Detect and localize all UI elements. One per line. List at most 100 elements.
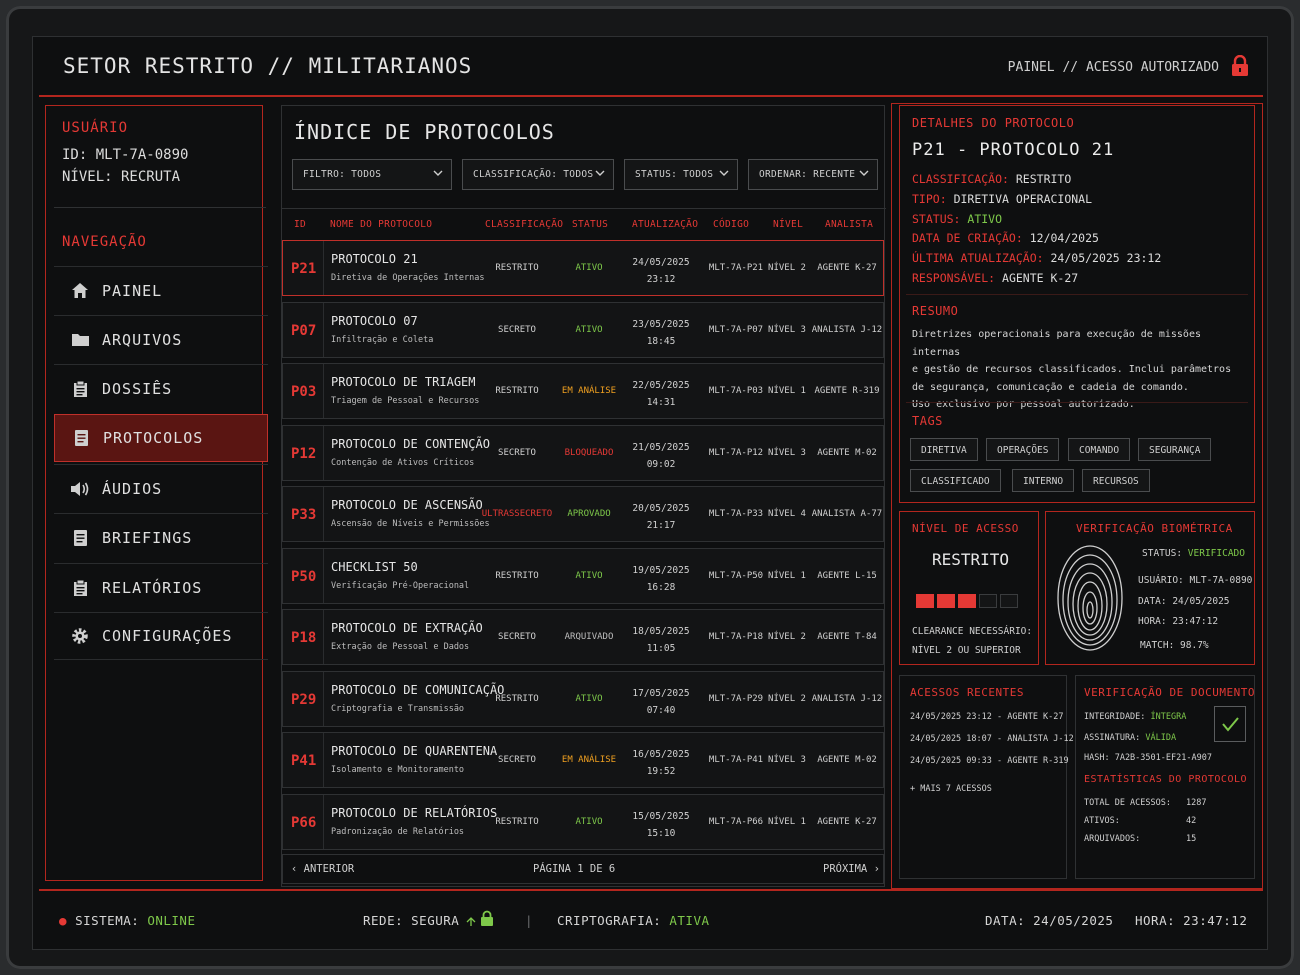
tag-chip[interactable]: SEGURANÇA [1138,438,1212,461]
table-row[interactable]: P29 PROTOCOLO DE COMUNICAÇÃO Criptografia … [282,670,884,727]
column-header[interactable]: ATUALIZAÇÃO [632,219,698,230]
tag-chip[interactable]: RECURSOS [1082,469,1150,492]
list-item[interactable]: 24/05/2025 09:33 - AGENTE R-319 [910,756,1069,766]
docverify-heading: VERIFICAÇÃO DE DOCUMENTO [1084,686,1255,699]
protocol-classification: RESTRITO [495,693,539,704]
sidebar-item-briefings[interactable]: BRIEFINGS [54,513,268,561]
stat-active-value: 42 [1186,816,1197,826]
protocol-code: MLT-7A-P03 [708,386,764,396]
table-row[interactable]: P18 PROTOCOLO DE EXTRAÇÃO Extração de Pess… [282,609,884,665]
protocol-level: NÍVEL 1 [768,570,806,581]
table-row[interactable]: P41 PROTOCOLO DE QUARENTENA Isolamento e M… [282,732,884,788]
column-header[interactable]: CÓDIGO [713,219,749,230]
status-dropdown[interactable]: STATUS: TODOS [624,159,738,190]
table-row[interactable]: P07 PROTOCOLO 07 Infiltração e Coleta SECRE… [282,301,884,358]
hash-value: HASH: 7A2B-3501-EF21-A907 [1084,753,1212,763]
sidebar-item-configuracoes[interactable]: CONFIGURAÇÕES [54,612,268,660]
lock-icon [1232,55,1248,76]
sidebar-item-dossies[interactable]: DOSSIÊS [54,364,268,412]
sidebar-item-relatorios[interactable]: RELATÓRIOS [54,563,268,611]
protocol-analyst: AGENTE K-27 [817,263,877,273]
column-header[interactable]: NOME DO PROTOCOLO [330,219,432,230]
protocol-id: P50 [291,568,317,585]
protocol-subtitle: Infiltração e Coleta [331,334,434,345]
classification-dropdown[interactable]: CLASSIFICAÇÃO: TODOS [462,159,614,190]
signature-status: ASSINATURA: VÁLIDA [1084,733,1177,743]
sidebar-item-painel[interactable]: PAINEL [54,266,268,314]
column-header[interactable]: ID [294,219,306,230]
column-header[interactable]: NÍVEL [773,219,803,230]
protocol-level: NÍVEL 3 [768,447,806,458]
footer-date: DATA: 24/05/2025 [985,913,1114,928]
column-header[interactable]: ANALISTA [825,219,873,230]
protocol-updated: 15/05/2025 15:10 [632,810,690,839]
sort-dropdown[interactable]: ORDENAR: RECENTE [748,159,878,190]
chevron-down-icon [859,170,869,176]
protocol-name: PROTOCOLO DE COMUNICAÇÃO [331,682,505,697]
column-header[interactable]: STATUS [572,219,608,230]
protocol-code: MLT-7A-P41 [708,755,764,765]
protocol-level: NÍVEL 2 [768,632,806,642]
filter-dropdown[interactable]: FILTRO: TODOS [292,159,452,190]
table-row[interactable]: P21 PROTOCOLO 21 Diretiva de Operações Int… [282,240,884,296]
protocol-status: EM ANÁLISE [561,755,617,765]
folder-icon [70,330,90,350]
table-row[interactable]: P12 PROTOCOLO DE CONTENÇÃO Contenção de At… [282,424,884,481]
recent-access-panel: ACESSOS RECENTES 24/05/2025 23:12 - AGEN… [899,675,1074,879]
sidebar-item-label: PROTOCOLOS [103,429,204,447]
sidebar-item-label: ÁUDIOS [102,479,163,498]
sidebar-item-label: RELATÓRIOS [102,578,203,597]
more-access-link[interactable]: + MAIS 7 ACESSOS [910,784,992,794]
sidebar-item-label: BRIEFINGS [102,528,193,547]
protocol-status: APROVADO [567,509,611,519]
sidebar-item-label: CONFIGURAÇÕES [102,627,233,645]
protocol-classification: SECRETO [498,755,536,765]
recent-access-heading: ACESSOS RECENTES [910,686,1024,699]
tag-chip[interactable]: INTERNO [1012,469,1075,492]
protocol-updated: 21/05/2025 09:02 [632,441,690,470]
column-header[interactable]: CLASSIFICAÇÃO [485,219,563,230]
page-title: ÍNDICE DE PROTOCOLOS [294,120,555,144]
protocol-level: NÍVEL 2 [768,693,806,704]
protocol-index-panel: ÍNDICE DE PROTOCOLOS FILTRO: TODOS CLASS… [281,105,886,887]
tag-chip[interactable]: COMANDO [1068,438,1131,461]
stats-heading: ESTATÍSTICAS DO PROTOCOLO [1084,774,1248,785]
protocol-analyst: AGENTE R-319 [814,386,880,396]
sidebar-item-arquivos[interactable]: ARQUIVOS [54,315,268,363]
biometric-panel: VERIFICAÇÃO BIOMÉTRICA STATUS: VERIFICAD… [1045,511,1255,665]
sidebar-item-protocolos[interactable]: PROTOCOLOS [54,414,268,462]
list-item[interactable]: 24/05/2025 18:07 - ANALISTA J-12 [910,734,1074,744]
protocol-status: ATIVO [575,816,603,827]
protocol-status: BLOQUEADO [564,447,614,458]
protocol-classification: RESTRITO [495,816,539,827]
protocol-updated: 16/05/2025 19:52 [632,749,690,777]
protocol-id: P33 [291,507,317,523]
sidebar-item-audios[interactable]: ÁUDIOS [54,464,268,512]
chevron-down-icon [719,170,729,176]
table-row[interactable]: P50 CHECKLIST 50 Verificação Pré-Operacion… [282,547,884,604]
protocol-updated: 20/05/2025 21:17 [632,503,690,531]
user-level: NÍVEL: RECRUTA [62,169,181,185]
chevron-down-icon [595,170,605,176]
protocol-name: PROTOCOLO 21 [331,252,418,266]
protocol-status: ATIVO [575,263,603,273]
protocol-title: P21 - PROTOCOLO 21 [912,140,1115,160]
biometric-date: DATA: 24/05/2025 [1138,596,1230,607]
detail-field: DATA DE CRIAÇÃO: 12/04/2025 [912,231,1099,246]
list-item[interactable]: 24/05/2025 23:12 - AGENTE K-27 [910,712,1064,722]
protocol-level: NÍVEL 1 [768,816,806,827]
protocol-analyst: AGENTE M-02 [817,447,877,458]
document-icon [70,528,90,548]
next-page-button[interactable]: PRÓXIMA › [823,863,880,875]
protocol-updated: 23/05/2025 18:45 [632,318,690,347]
table-row[interactable]: P66 PROTOCOLO DE RELATÓRIOS Padronização d… [282,793,884,850]
tag-chip[interactable]: DIRETIVA [910,438,978,461]
tag-chip[interactable]: OPERAÇÕES [986,438,1060,461]
tag-chip[interactable]: CLASSIFICADO [910,469,1001,492]
protocol-id: P29 [291,691,317,708]
table-row[interactable]: P33 PROTOCOLO DE ASCENSÃO Ascensão de Níve… [282,486,884,542]
protocol-classification: RESTRITO [495,263,539,273]
protocol-code: MLT-7A-P18 [708,632,764,642]
table-row[interactable]: P03 PROTOCOLO DE TRIAGEM Triagem de Pessoa… [282,363,884,419]
prev-page-button[interactable]: ‹ ANTERIOR [291,863,354,875]
